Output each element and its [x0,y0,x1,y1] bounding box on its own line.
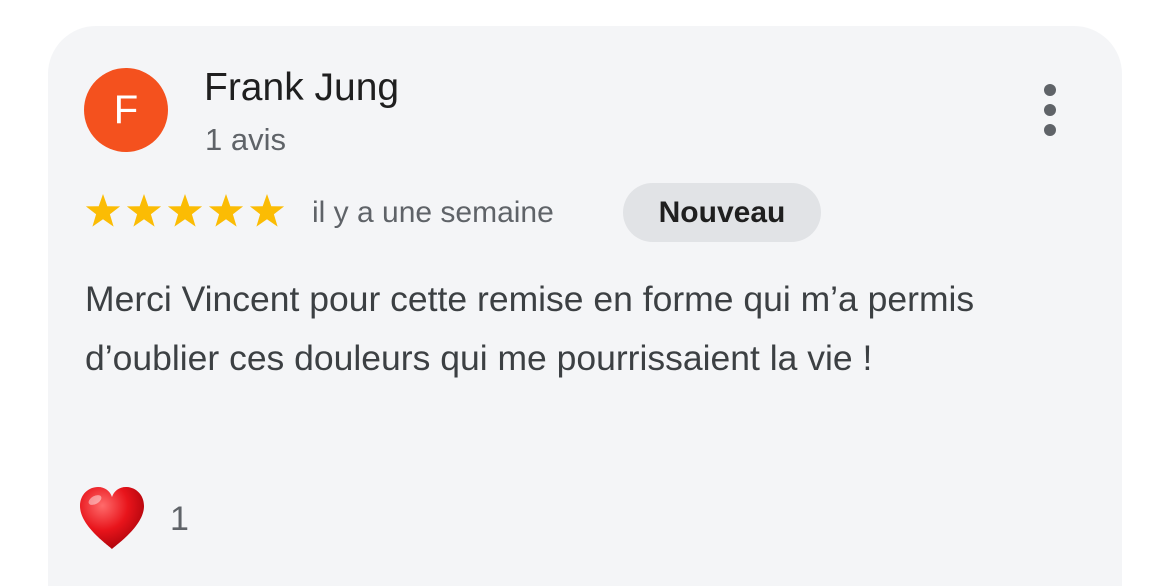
reaction-count: 1 [170,500,189,538]
star-icon [166,193,207,229]
star-icon [125,193,166,229]
review-timestamp: il y a une semaine [312,196,554,229]
review-text: Merci Vincent pour cette remise en forme… [85,279,975,378]
author-name[interactable]: Frank Jung [204,64,399,112]
star-icon [207,193,248,229]
author-review-count: 1 avis [205,122,286,157]
new-badge: Nouveau [623,183,821,242]
heart-icon [78,486,146,552]
more-vertical-icon [1024,80,1076,140]
avatar[interactable]: F [84,68,168,152]
star-rating [84,193,289,229]
reaction-button[interactable]: 1 [78,486,189,552]
more-options-button[interactable] [1024,80,1076,140]
star-icon [248,193,289,229]
star-icon [84,193,125,229]
